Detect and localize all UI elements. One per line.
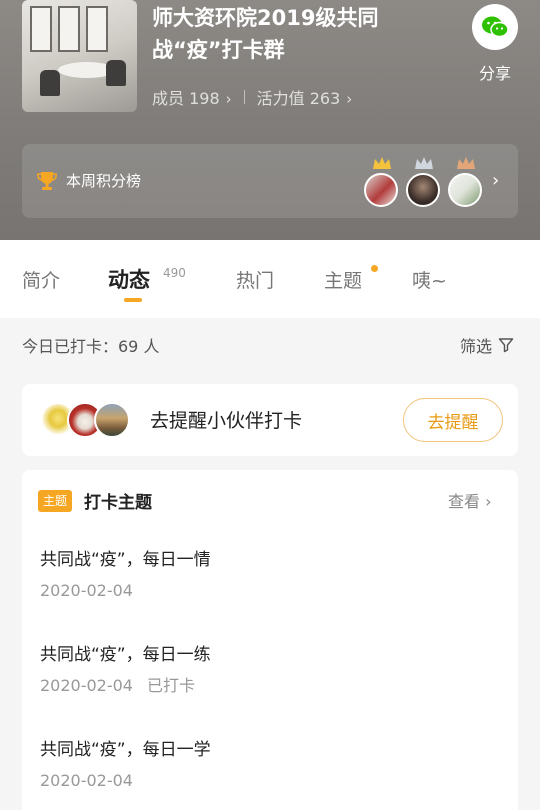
remind-card: 去提醒小伙伴打卡 去提醒 [22,384,518,456]
avatar[interactable] [448,173,482,207]
friend-avatars [40,402,132,438]
group-cover-image[interactable] [22,0,137,112]
group-title: 师大资环院2019级共同 战“疫”打卡群 [152,2,452,66]
topics-title: 打卡主题 [84,493,152,513]
checkin-count-text: 今日已打卡：69 人 [22,337,160,356]
tab-intro[interactable]: 简介 [22,266,60,293]
tab-bar: 简介 动态 490 热门 主题 咦~ [0,240,540,318]
share-button[interactable]: 分享 [468,4,522,84]
topic-name: 共同战“疫”，每日一学 [40,740,211,760]
chevron-right-icon: › [492,170,500,191]
weekly-ranking-bar[interactable]: 本周积分榜 › [22,144,518,218]
topic-item[interactable]: 共同战“疫”，每日一学 2020-02-04 [40,738,500,792]
members-link[interactable]: 成员 198 › [152,85,232,109]
members-label: 成员 198 [152,89,220,108]
topic-name: 共同战“疫”，每日一情 [40,550,211,570]
topics-card: 主题 打卡主题 查看 › 共同战“疫”，每日一情 2020-02-04 共同战“… [22,470,518,810]
topic-name: 共同战“疫”，每日一练 [40,645,211,665]
crown-icon [457,157,475,169]
tab-feed[interactable]: 动态 [108,264,150,294]
crown-icon [373,157,391,169]
filter-label: 筛选 [460,337,493,356]
group-header: 师大资环院2019级共同 战“疫”打卡群 成员 198 › 活力值 263 › 分享 [0,0,540,240]
active-tab-indicator [124,298,142,302]
group-title-line-1: 师大资环院2019级共同 [152,6,379,30]
tab-topics[interactable]: 主题 [324,266,362,293]
tab-hot[interactable]: 热门 [236,266,274,293]
view-topics-label: 查看 [448,492,481,511]
checked-in-status: 已打卡 [146,676,195,695]
tab-feed-count: 490 [163,266,186,280]
new-dot-badge [371,265,378,272]
view-topics-link[interactable]: 查看 › [448,488,492,512]
stats-divider [243,90,245,104]
topic-meta: 2020-02-04 [40,770,500,792]
filter-icon [498,338,514,353]
activity-link[interactable]: 活力值 263 › [257,85,353,109]
topic-meta: 2020-02-04 已打卡 [40,675,500,697]
topic-date: 2020-02-04 [40,771,133,790]
topic-meta: 2020-02-04 [40,580,500,602]
chevron-right-icon: › [225,90,232,108]
wechat-icon [472,4,518,50]
topic-item[interactable]: 共同战“疫”，每日一情 2020-02-04 [40,548,500,602]
chevron-right-icon: › [346,90,353,108]
topic-item[interactable]: 共同战“疫”，每日一练 2020-02-04 已打卡 [40,643,500,697]
group-stats: 成员 198 › 活力值 263 › [152,86,352,108]
remind-text: 去提醒小伙伴打卡 [150,410,303,432]
crown-icon [415,157,433,169]
group-title-line-2: 战“疫”打卡群 [152,38,285,62]
topic-date: 2020-02-04 [40,581,133,600]
topic-badge: 主题 [38,490,73,512]
weekly-ranking-label: 本周积分榜 [66,172,142,190]
trophy-icon [36,170,58,196]
activity-label: 活力值 263 [256,89,341,108]
avatar [94,402,130,438]
topic-date: 2020-02-04 [40,676,133,695]
tab-more[interactable]: 咦~ [412,266,447,293]
share-label: 分享 [478,64,511,83]
filter-button[interactable]: 筛选 [460,333,514,357]
checkin-summary: 今日已打卡：69 人 筛选 [0,318,540,370]
avatar[interactable] [406,173,440,207]
chevron-right-icon: › [485,492,492,511]
remind-button[interactable]: 去提醒 [403,398,503,442]
avatar[interactable] [364,173,398,207]
